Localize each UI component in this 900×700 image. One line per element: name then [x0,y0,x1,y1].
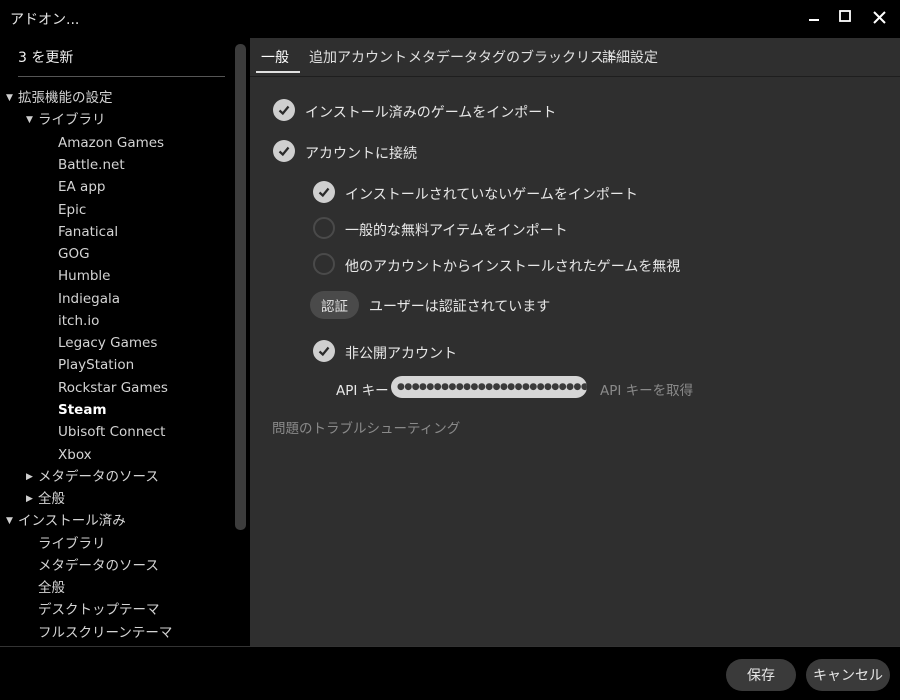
ignore-other-accounts-label: 他のアカウントからインストールされたゲームを無視 [345,259,681,275]
sidebar-scrollbar[interactable] [235,44,246,530]
tree-item-gog[interactable]: GOG [58,244,90,264]
troubleshooting-link[interactable]: 問題のトラブルシューティング [272,417,460,437]
sidebar: 3 を更新 ▼ 拡張機能の設定 ▼ ライブラリ Amazon Games Battl… [0,38,250,646]
import-uninstalled-label: インストールされていないゲームをインポート [345,187,638,203]
tree-item-installed-general[interactable]: 全般 [38,578,65,598]
active-tab-indicator [256,71,300,73]
api-key-input[interactable]: ●●●●●●●●●●●●●●●●●●●●●●●●●●●●● [391,376,587,398]
tree-item-fanatical[interactable]: Fanatical [58,222,118,242]
auth-status: ユーザーは認証されています [369,299,551,315]
tab-additional-accounts[interactable]: 追加アカウント [309,47,407,67]
settings-panel: 一般 追加アカウント メタデータ タグのブラックリスト 詳細設定 インストール済… [250,38,900,646]
tree-item-desktop-theme[interactable]: デスクトップテーマ [38,600,160,620]
private-account-label: 非公開アカウント [345,346,457,362]
tree-item-label: 拡張機能の設定 [18,90,113,106]
ignore-other-accounts-checkbox[interactable] [313,253,335,275]
tab-general[interactable]: 一般 [261,47,289,67]
tree-item-label: ライブラリ [38,112,106,128]
minimize-button[interactable] [799,4,829,30]
tab-tag-blacklist[interactable]: タグのブラックリスト [478,47,618,67]
tree-item-label: 全般 [38,491,65,507]
cancel-button[interactable]: キャンセル [806,659,890,691]
tab-bar: 一般 追加アカウント メタデータ タグのブラックリスト 詳細設定 [250,38,900,77]
tree-item-extension-settings[interactable]: ▼ 拡張機能の設定 [6,88,113,108]
tree-item-installed-library[interactable]: ライブラリ [38,534,106,554]
tree-item-label: インストール済み [18,513,126,529]
api-key-label: API キー [336,383,389,399]
tree-item-steam[interactable]: Steam [58,400,107,420]
tree-item-general[interactable]: ▶ 全般 [26,489,65,509]
expand-arrow-icon: ▼ [6,93,13,103]
close-button[interactable] [864,4,894,30]
tree-item-installed-metadata-sources[interactable]: メタデータのソース [38,556,159,576]
tree-item-indiegala[interactable]: Indiegala [58,289,120,309]
tree-item-library[interactable]: ▼ ライブラリ [26,110,106,130]
expand-arrow-icon: ▶ [26,472,33,482]
import-uninstalled-checkbox[interactable] [313,181,335,203]
title-bar: アドオン... [0,0,900,38]
tree-item-metadata-sources[interactable]: ▶ メタデータのソース [26,467,159,487]
import-free-items-checkbox[interactable] [313,217,335,239]
tree-item-xbox[interactable]: Xbox [58,445,92,465]
save-button[interactable]: 保存 [726,659,796,691]
tree-item-amazon-games[interactable]: Amazon Games [58,133,164,153]
tab-advanced-settings[interactable]: 詳細設定 [602,47,658,67]
expand-arrow-icon: ▼ [26,115,33,125]
checkmark-icon [318,346,330,357]
tree-item-ubisoft-connect[interactable]: Ubisoft Connect [58,422,165,442]
private-account-checkbox[interactable] [313,340,335,362]
tree-item-installed[interactable]: ▼ インストール済み [6,511,126,531]
tree-item-humble[interactable]: Humble [58,266,110,286]
tree-item-legacy-games[interactable]: Legacy Games [58,333,157,353]
tree-item-label: メタデータのソース [38,469,159,485]
authenticate-button[interactable]: 認証 [310,291,359,319]
import-free-items-label: 一般的な無料アイテムをインポート [345,223,568,239]
window-title: アドオン... [10,12,80,28]
update-link[interactable]: 3 を更新 [18,47,73,67]
connect-account-label: アカウントに接続 [305,146,417,162]
maximize-icon [839,10,851,22]
tree-item-itch-io[interactable]: itch.io [58,311,99,331]
expand-arrow-icon: ▶ [26,494,33,504]
import-installed-label: インストール済みのゲームをインポート [305,105,557,121]
tree-item-playstation[interactable]: PlayStation [58,355,134,375]
checkmark-icon [278,146,290,157]
divider [18,76,225,77]
footer: 保存 キャンセル [0,646,900,700]
checkmark-icon [278,105,290,116]
tree-item-fullscreen-theme[interactable]: フルスクリーンテーマ [38,623,172,643]
connect-account-checkbox[interactable] [273,140,295,162]
checkmark-icon [318,187,330,198]
tree-item-battle-net[interactable]: Battle.net [58,155,125,175]
tree-item-rockstar-games[interactable]: Rockstar Games [58,378,168,398]
minimize-icon [809,19,819,21]
tab-metadata[interactable]: メタデータ [408,47,478,67]
expand-arrow-icon: ▼ [6,516,13,526]
get-api-key-link[interactable]: API キーを取得 [600,379,693,399]
maximize-button[interactable] [830,4,860,30]
tree-item-epic[interactable]: Epic [58,200,86,220]
close-icon [872,11,886,24]
import-installed-checkbox[interactable] [273,99,295,121]
tree-item-ea-app[interactable]: EA app [58,177,105,197]
